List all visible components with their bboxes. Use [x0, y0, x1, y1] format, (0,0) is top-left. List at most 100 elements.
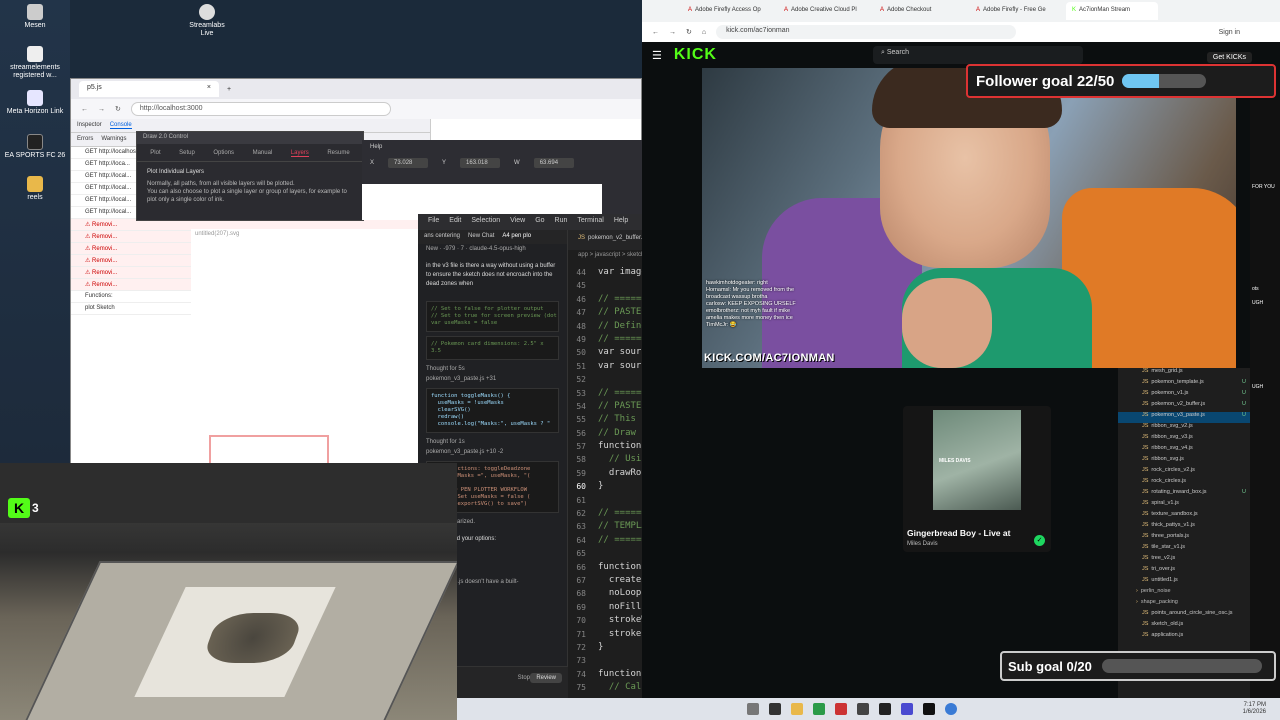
url-input[interactable]: http://localhost:3000	[130, 102, 391, 116]
file-name: mesh_grid.js	[1151, 368, 1183, 374]
sign-in-button[interactable]: Sign in	[1219, 29, 1240, 36]
reload-icon[interactable]: ↻	[115, 105, 121, 113]
taskbar-app-icon[interactable]	[879, 703, 891, 715]
file-icon	[27, 46, 43, 62]
browser-tab-active[interactable]: K Ac7ionMan Stream	[1066, 2, 1158, 20]
file-item[interactable]: JS ribbon_svg.js	[1118, 456, 1250, 467]
file-item[interactable]: JS three_portals.js	[1118, 533, 1250, 544]
browser-tab[interactable]: A Adobe Firefly - Free Ge	[970, 2, 1062, 20]
file-item[interactable]: JS ribbon_svg_v2.js	[1118, 423, 1250, 434]
file-item[interactable]: JS pokemon_v3_paste.js U	[1118, 412, 1250, 423]
taskbar-app-icon[interactable]	[835, 703, 847, 715]
taskbar-app-icon[interactable]	[747, 703, 759, 715]
chat-tab[interactable]: New Chat	[468, 233, 494, 241]
chat-tab[interactable]: A4 pen plo	[502, 233, 531, 241]
desktop-icon-streamlabs[interactable]: Streamlabs Live	[186, 4, 228, 38]
file-item[interactable]: JS rotating_inward_box.js U	[1118, 489, 1250, 500]
menu-help[interactable]: Help	[614, 217, 628, 227]
tab-setup[interactable]: Setup	[179, 150, 195, 157]
menu-edit[interactable]: Edit	[449, 217, 461, 227]
desktop-icon-streamelements[interactable]: streamelements registered w...	[4, 46, 66, 80]
new-tab-icon[interactable]: +	[227, 86, 231, 93]
file-item[interactable]: JS mesh_grid.js	[1118, 368, 1250, 379]
file-ref[interactable]: pokemon_v3_paste.js +31	[418, 374, 567, 384]
forward-icon[interactable]: →	[98, 106, 105, 113]
file-item[interactable]: JS spiral_v1.js	[1118, 500, 1250, 511]
reload-icon[interactable]: ↻	[686, 28, 692, 36]
file-item[interactable]: JS rock_circles_v2.js	[1118, 467, 1250, 478]
folder-icon[interactable]	[791, 703, 803, 715]
menu-file[interactable]: File	[428, 217, 439, 227]
code-text: }	[598, 481, 604, 492]
tab-console[interactable]: Console	[109, 122, 132, 129]
file-item[interactable]: JS points_around_circle_sine_osc.js	[1118, 610, 1250, 621]
menu-run[interactable]: Run	[555, 217, 568, 227]
file-item[interactable]: JS tile_star_v1.js	[1118, 544, 1250, 555]
taskbar-app-icon[interactable]	[769, 703, 781, 715]
tab-options[interactable]: Options	[213, 150, 234, 157]
get-kicks-button[interactable]: Get KICKs	[1206, 52, 1252, 63]
browser-tab[interactable]: A Adobe Checkout	[874, 2, 966, 20]
browser-tab[interactable]: p5.js ×	[79, 81, 219, 97]
tab-manual[interactable]: Manual	[253, 150, 273, 157]
y-field[interactable]: 163.018	[460, 158, 501, 168]
back-icon[interactable]: ←	[652, 29, 659, 36]
tab-plot[interactable]: Plot	[150, 150, 160, 157]
w-field[interactable]: 63.694	[533, 158, 574, 168]
taskbar-app-icon[interactable]	[923, 703, 935, 715]
taskbar-app-icon[interactable]	[857, 703, 869, 715]
file-item[interactable]: JS tri_over.js	[1118, 566, 1250, 577]
thought-label[interactable]: Thought for 5s	[418, 364, 567, 374]
desktop-icon-ea-sports[interactable]: EA SPORTS FC 26	[4, 134, 66, 160]
file-item[interactable]: JS sketch_old.js	[1118, 621, 1250, 632]
filter-warnings[interactable]: Warnings	[101, 136, 126, 143]
tab-resume[interactable]: Resume	[327, 150, 349, 157]
menu-go[interactable]: Go	[535, 217, 544, 227]
file-item[interactable]: JS rock_circles.js	[1118, 478, 1250, 489]
taskbar-app-icon[interactable]	[813, 703, 825, 715]
file-item[interactable]: JS pokemon_v2_buffer.js U	[1118, 401, 1250, 412]
desktop-icon-reels[interactable]: reels	[4, 176, 66, 202]
thought-label[interactable]: Thought for 1s	[418, 437, 567, 447]
back-icon[interactable]: ←	[81, 106, 88, 113]
file-item[interactable]: JS texture_sandbox.js	[1118, 511, 1250, 522]
menu-icon[interactable]: ☰	[652, 49, 662, 62]
menu-help[interactable]: Help	[370, 144, 382, 150]
tab-layers[interactable]: Layers	[290, 150, 309, 157]
browser-tab[interactable]: A Adobe Creative Cloud Pl	[778, 2, 870, 20]
taskbar-app-icon[interactable]	[901, 703, 913, 715]
forward-icon[interactable]: →	[669, 29, 676, 36]
close-icon[interactable]: ×	[207, 84, 211, 94]
globe-icon[interactable]	[945, 703, 957, 715]
tab-inspector[interactable]: Inspector	[77, 122, 102, 129]
filter-errors[interactable]: Errors	[77, 136, 93, 143]
desktop-icon-meta-horizon[interactable]: Meta Horizon Link	[4, 90, 66, 116]
file-item[interactable]: JS pokemon_template.js U	[1118, 379, 1250, 390]
folder-item[interactable]: › perlin_noise	[1118, 588, 1250, 599]
file-ref[interactable]: pokemon_v3_paste.js +10 -2	[418, 447, 567, 457]
search-input[interactable]: ⌕ Search	[872, 46, 1083, 64]
stop-button[interactable]: Stop	[518, 675, 530, 681]
file-item[interactable]: JS pokemon_v1.js U	[1118, 390, 1250, 401]
url-input[interactable]: kick.com/ac7ionman	[716, 25, 1017, 39]
line-number: 56	[576, 428, 586, 438]
folder-item[interactable]: › shape_packing	[1118, 599, 1250, 610]
file-item[interactable]: JS untitled1.js	[1118, 577, 1250, 588]
file-item[interactable]: JS ribbon_svg_v4.js	[1118, 445, 1250, 456]
menu-terminal[interactable]: Terminal	[577, 217, 603, 227]
taskbar-clock[interactable]: 7:17 PM 1/6/2026	[1243, 702, 1266, 716]
menu-selection[interactable]: Selection	[471, 217, 500, 227]
file-item[interactable]: JS application.js	[1118, 632, 1250, 643]
x-field[interactable]: 73.028	[388, 158, 429, 168]
file-item[interactable]: JS tree_v2.js	[1118, 555, 1250, 566]
js-file-icon: JS	[1142, 500, 1149, 506]
menu-view[interactable]: View	[510, 217, 525, 227]
chat-tab[interactable]: ans centering	[424, 233, 460, 241]
review-button[interactable]: Review	[530, 673, 562, 683]
file-item[interactable]: JS ribbon_svg_v3.js	[1118, 434, 1250, 445]
file-item[interactable]: JS thick_pattys_v1.js	[1118, 522, 1250, 533]
desktop-icon-mesen[interactable]: Mesen	[4, 4, 66, 30]
home-icon[interactable]: ⌂	[702, 29, 706, 36]
browser-tab[interactable]: A Adobe Firefly Access Op	[682, 2, 774, 20]
kick-logo[interactable]: KICK	[674, 46, 717, 64]
